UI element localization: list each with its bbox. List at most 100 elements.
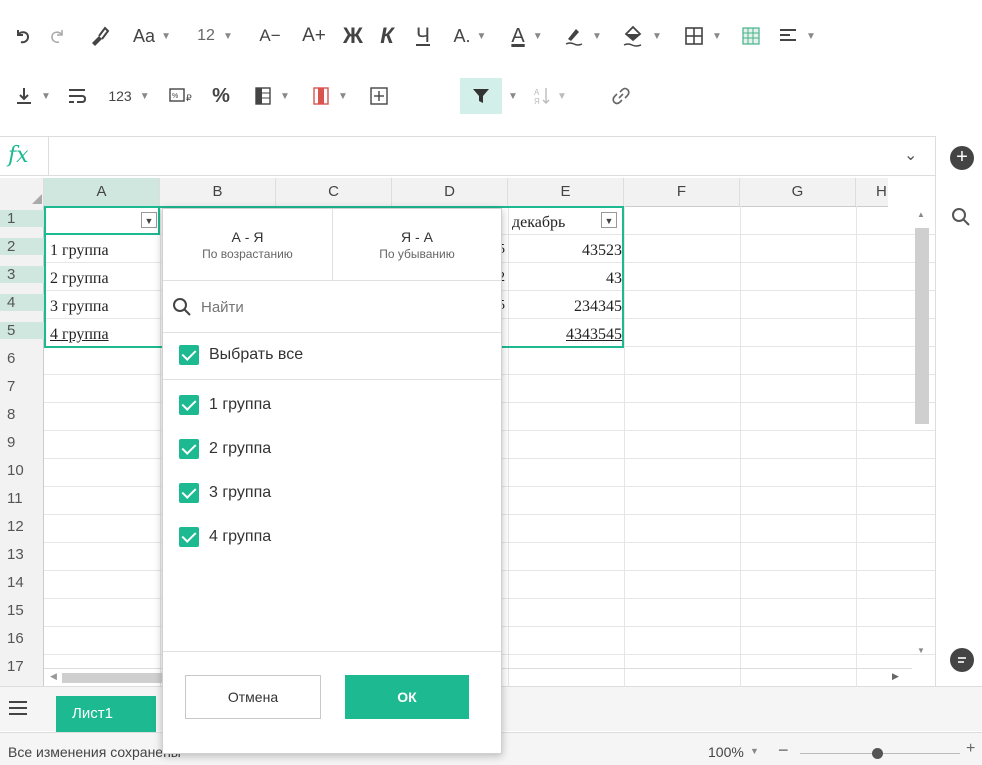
font-name-button[interactable]: Aa ▼ [122,18,182,54]
column-header-e[interactable]: E [508,178,624,206]
formula-input[interactable] [48,137,899,175]
filter-item-4[interactable]: 4 группа [179,527,271,547]
increase-font-button[interactable]: A+ [294,18,334,54]
row-header-9[interactable]: 9 [0,434,44,451]
checkbox-checked-icon[interactable] [179,527,199,547]
delete-cells-button[interactable]: ▼ [304,78,356,114]
row-header-4[interactable]: 4 [0,294,44,311]
column-header-h[interactable]: H [856,178,916,206]
row-header-1[interactable]: 1 [0,210,44,227]
scroll-down-icon[interactable]: ▼ [917,646,925,655]
column-header-b[interactable]: B [160,178,276,206]
align-button[interactable]: ▼ [772,18,822,54]
ok-button[interactable]: ОК [345,675,469,719]
vertical-align-button[interactable]: ▼ [10,78,56,114]
sheet-tab-1[interactable]: Лист1 [56,696,156,732]
column-header-a[interactable]: A [44,178,160,206]
add-button[interactable]: + [950,146,974,170]
cell-a5[interactable]: 4 группа [50,326,109,344]
chat-button[interactable] [950,648,974,672]
row-header-13[interactable]: 13 [0,546,44,563]
vertical-scrollbar[interactable]: ▲ ▼ [912,206,932,674]
cell-e4[interactable]: 234345 [574,298,622,316]
zoom-dropdown-icon[interactable]: ▼ [750,746,759,756]
row-header-2[interactable]: 2 [0,238,44,255]
fill-color-button[interactable]: ▼ [614,18,670,54]
row-header-8[interactable]: 8 [0,406,44,423]
scroll-up-icon[interactable]: ▲ [917,210,925,219]
column-header-c[interactable]: C [276,178,392,206]
row-header-16[interactable]: 16 [0,630,44,647]
row-header-3[interactable]: 3 [0,266,44,283]
cell-e1[interactable]: декабрь [512,214,565,232]
hyperlink-button[interactable] [606,78,636,114]
checkbox-checked-icon[interactable] [179,395,199,415]
decimal-button[interactable]: % ₽ [162,78,202,114]
zoom-in-button[interactable]: + [966,740,975,758]
redo-button[interactable] [44,18,70,54]
checkbox-checked-icon[interactable] [179,439,199,459]
underline-button[interactable]: Ч [408,18,438,54]
vertical-scroll-thumb[interactable] [915,228,929,424]
borders-button[interactable]: ▼ [676,18,730,54]
cell-a4[interactable]: 3 группа [50,298,109,316]
cancel-button[interactable]: Отмена [185,675,321,719]
checkbox-checked-icon[interactable] [179,345,199,365]
cell-e2[interactable]: 43523 [582,242,622,260]
sheets-menu-button[interactable] [8,700,28,721]
row-header-12[interactable]: 12 [0,518,44,535]
filter-item-1[interactable]: 1 группа [179,395,271,415]
format-painter-button[interactable] [84,18,114,54]
cell-a2[interactable]: 1 группа [50,242,109,260]
cell-e3[interactable]: 43 [606,270,622,288]
sort-button[interactable]: AЯ ▼ [526,78,574,114]
highlight-color-button[interactable]: ▼ [556,18,610,54]
checkbox-checked-icon[interactable] [179,483,199,503]
format-as-table-button[interactable] [736,18,766,54]
expand-formula-icon[interactable]: ⌄ [904,145,917,165]
zoom-slider-handle[interactable] [872,748,883,759]
filter-search[interactable] [163,281,501,333]
merge-cells-button[interactable] [364,78,394,114]
undo-button[interactable] [10,18,36,54]
percent-button[interactable]: % [206,78,236,114]
filter-options-button[interactable]: ▼ [504,78,522,114]
font-size-select[interactable]: 12 ▼ [188,18,242,54]
bold-button[interactable]: Ж [338,18,368,54]
cell-a3[interactable]: 2 группа [50,270,109,288]
cell-e5[interactable]: 4343545 [566,326,622,344]
filter-item-2[interactable]: 2 группа [179,439,271,459]
number-format-button[interactable]: 123 ▼ [100,78,158,114]
font-color-button[interactable]: A ▼ [502,18,552,54]
insert-cells-button[interactable]: ▼ [246,78,298,114]
zoom-out-button[interactable]: − [778,740,789,761]
corner-cell[interactable] [0,178,44,206]
row-header-10[interactable]: 10 [0,462,44,479]
sort-ascending-button[interactable]: А - Я По возрастанию [163,209,333,281]
italic-button[interactable]: К [372,18,402,54]
select-all-option[interactable]: Выбрать все [179,345,303,365]
search-button[interactable] [950,206,972,233]
zoom-slider[interactable] [800,748,960,759]
filter-dropdown-a1[interactable]: ▼ [141,212,157,228]
column-header-f[interactable]: F [624,178,740,206]
zoom-value[interactable]: 100% [708,744,744,760]
filter-item-3[interactable]: 3 группа [179,483,271,503]
column-header-g[interactable]: G [740,178,856,206]
wrap-text-button[interactable] [62,78,92,114]
strikethrough-button[interactable]: A. ▼ [444,18,496,54]
row-header-7[interactable]: 7 [0,378,44,395]
scroll-left-icon[interactable]: ◀ [50,671,57,682]
row-header-11[interactable]: 11 [0,490,44,507]
filter-dropdown-e1[interactable]: ▼ [601,212,617,228]
scroll-right-icon[interactable]: ▶ [892,671,899,682]
filter-search-input[interactable] [199,294,483,320]
row-header-6[interactable]: 6 [0,350,44,367]
sort-descending-button[interactable]: Я - А По убыванию [333,209,501,281]
row-header-5[interactable]: 5 [0,322,44,339]
row-header-17[interactable]: 17 [0,658,44,675]
decrease-font-button[interactable]: A− [250,18,290,54]
column-header-d[interactable]: D [392,178,508,206]
row-header-15[interactable]: 15 [0,602,44,619]
row-header-14[interactable]: 14 [0,574,44,591]
